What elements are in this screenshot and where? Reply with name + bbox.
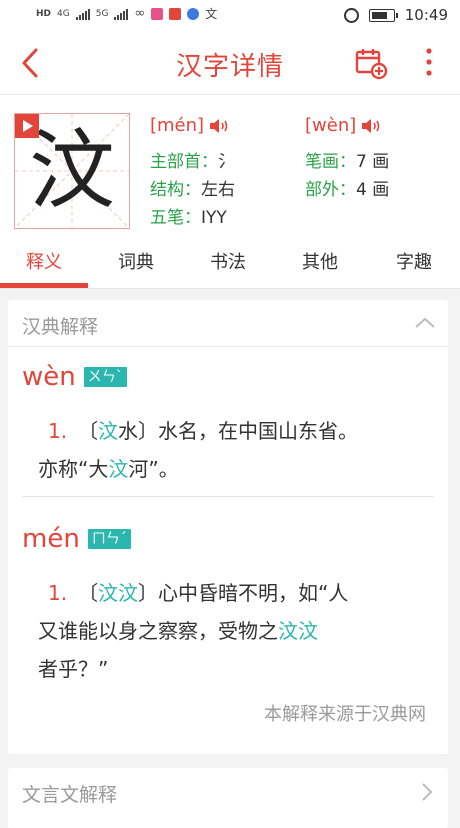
music-icon: [187, 7, 200, 20]
character-card: 汶 [mén] [wèn] 主部首：氵 笔画：7 画 结构：左右 部外：4 画 …: [0, 94, 460, 245]
entry-pinyin-men: mén ㄇㄣˊ: [22, 524, 131, 554]
text-icon: 文: [205, 7, 218, 21]
highlight-word[interactable]: 汶汶: [98, 581, 138, 605]
calendar-add-icon[interactable]: [354, 46, 388, 80]
radical-row: 主部首：氵: [150, 147, 235, 172]
tab-fun[interactable]: 字趣: [370, 244, 458, 288]
def-text: 水〕水名，在中国山东省。: [118, 419, 358, 443]
entry-divider: [22, 496, 434, 497]
definition-item: 1. 〔汶水〕水名，在中国山东省。 亦称“大汶河”。: [38, 412, 433, 488]
page-title: 汉字详情: [175, 52, 284, 82]
network-5g-label: 5G: [95, 8, 109, 19]
status-right: 10:49: [343, 6, 448, 24]
app-header: 汉字详情: [0, 32, 460, 94]
def-text: 〕心中昏暗不明，如“人: [138, 581, 349, 605]
wenyan-explanation-panel[interactable]: 文言文解释: [8, 768, 448, 828]
entry-pinyin-wen: wèn ㄨㄣˋ: [22, 362, 127, 392]
strokes-value: 7 画: [356, 152, 390, 172]
highlight-word[interactable]: 汶汶: [278, 619, 318, 643]
structure-row: 结构：左右: [150, 175, 235, 200]
outside-value: 4 画: [356, 180, 390, 200]
panel-heading: 汉典解释: [22, 316, 99, 338]
more-vertical-icon[interactable]: [418, 46, 440, 80]
strokes-row: 笔画：7 画: [305, 147, 389, 172]
tab-bar: 释义 词典 书法 其他 字趣: [0, 244, 460, 289]
outside-strokes-row: 部外：4 画: [305, 175, 389, 200]
structure-label: 结构：: [150, 180, 201, 200]
panel-heading: 文言文解释: [22, 784, 118, 806]
app-notification-icon: [151, 7, 164, 20]
chevron-right-icon[interactable]: [420, 782, 434, 802]
signal-icon: [75, 8, 90, 20]
tab-other[interactable]: 其他: [276, 244, 364, 288]
highlight-word[interactable]: 汶: [108, 457, 128, 481]
def-text: 又谁能以身之察察，受物之: [38, 619, 278, 643]
bopomofo-badge: ㄇㄣˊ: [87, 529, 131, 549]
definition-number: 1.: [48, 581, 68, 605]
pinyin-wen[interactable]: [wèn]: [305, 115, 382, 136]
battery-icon: [368, 8, 398, 22]
network-4g-label: 4G: [57, 8, 70, 19]
divider: [8, 346, 448, 347]
tab-dictionary[interactable]: 词典: [92, 244, 180, 288]
definition-number: 1.: [48, 419, 68, 443]
source-note: 本解释来源于汉典网: [264, 704, 426, 725]
tab-calligraphy[interactable]: 书法: [184, 244, 272, 288]
character-grid-box[interactable]: 汶: [14, 113, 130, 229]
structure-value: 左右: [201, 180, 235, 200]
entry-pinyin-text: mén: [22, 524, 80, 554]
status-bar: HD 4G 5G ∞ 文 10:49: [0, 0, 460, 32]
highlight-word[interactable]: 汶: [98, 419, 118, 443]
bopomofo-badge: ㄨㄣˋ: [83, 367, 127, 387]
handian-explanation-panel: 汉典解释 wèn ㄨㄣˋ 1. 〔汶水〕水名，在中国山东省。 亦称“大汶河”。 m…: [8, 300, 448, 754]
speaker-icon[interactable]: [208, 117, 230, 135]
strokes-label: 笔画：: [305, 152, 356, 172]
def-text: 者乎？”: [38, 657, 109, 681]
def-text: 〔: [78, 581, 98, 605]
status-left: HD 4G 5G ∞ 文: [36, 5, 217, 22]
signal-icon-2: [114, 8, 129, 20]
definition-item: 1. 〔汶汶〕心中昏暗不明，如“人 又谁能以身之察察，受物之汶汶 者乎？”: [38, 574, 433, 688]
radical-value: 氵: [218, 152, 235, 172]
entry-pinyin-text: wèn: [22, 362, 76, 392]
pinyin-wen-text: [wèn]: [305, 115, 357, 136]
wubi-value: IYY: [201, 208, 227, 228]
def-text: 亦称“大: [38, 457, 109, 481]
tab-meaning[interactable]: 释义: [0, 244, 88, 288]
app-notification-icon-2: [169, 7, 182, 20]
status-time: 10:49: [404, 6, 448, 24]
radical-label: 主部首：: [150, 152, 218, 172]
play-icon[interactable]: [15, 114, 39, 138]
pinyin-men[interactable]: [mén]: [150, 115, 230, 136]
def-text: 河”。: [128, 457, 179, 481]
outside-label: 部外：: [305, 180, 356, 200]
wubi-row: 五笔：IYY: [150, 203, 227, 228]
alarm-icon: [343, 7, 359, 23]
pinyin-men-text: [mén]: [150, 115, 205, 136]
hd-badge: HD: [36, 8, 52, 19]
tab-active-indicator: [0, 283, 88, 288]
def-text: 〔: [78, 419, 98, 443]
infinity-icon: ∞: [134, 6, 146, 21]
chevron-up-icon[interactable]: [414, 314, 436, 332]
speaker-icon[interactable]: [360, 117, 382, 135]
wubi-label: 五笔：: [150, 208, 201, 228]
